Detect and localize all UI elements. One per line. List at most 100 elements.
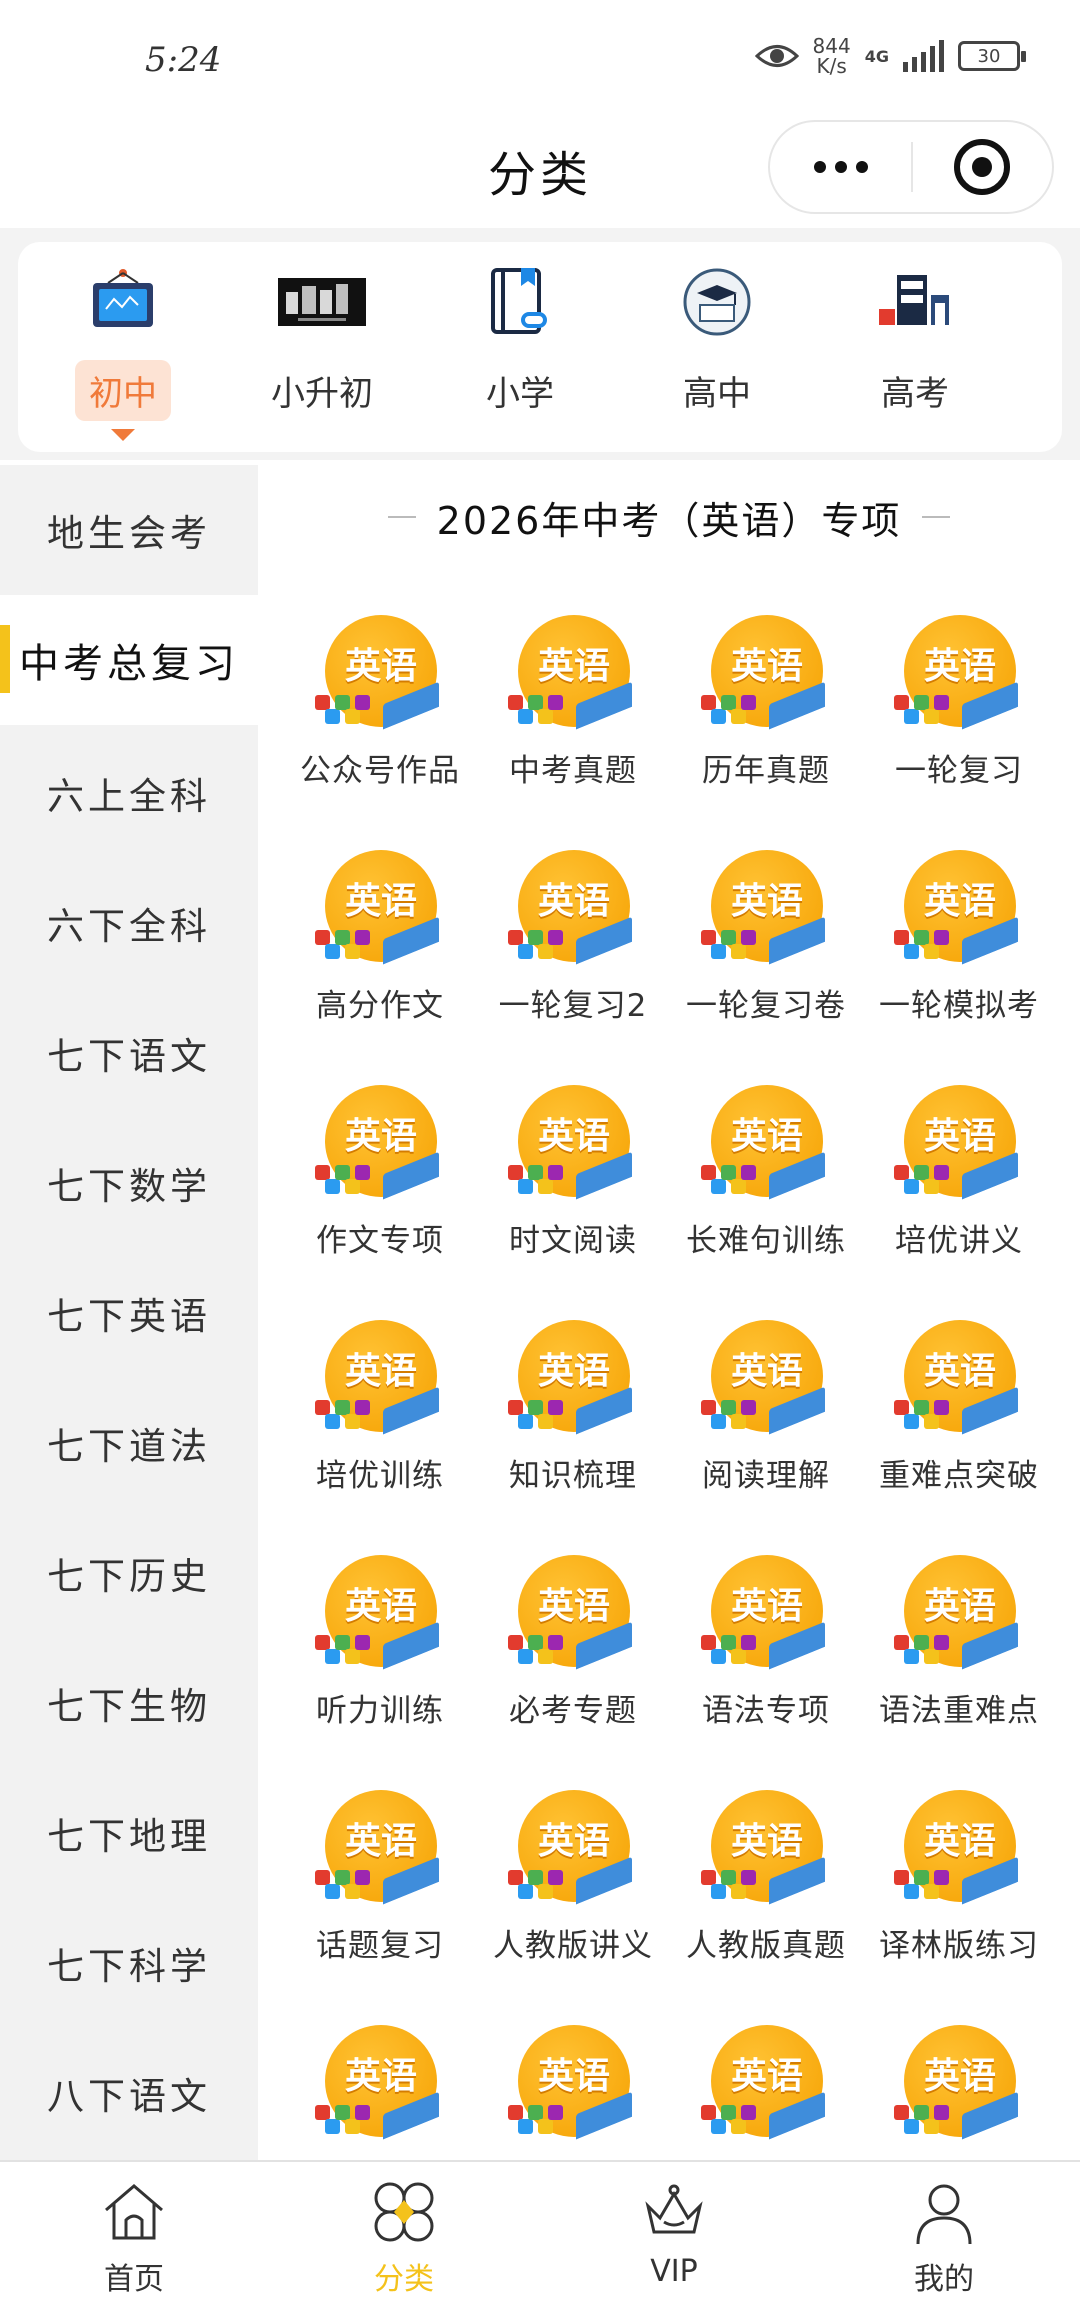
grid-item[interactable]: 英语 必考专题 [478,1555,668,1755]
grid-item[interactable]: 英语 培优训练 [285,1320,475,1520]
grid-item-label: 必考专题 [509,1693,637,1729]
grid-item[interactable]: 英语 公众号作品 [285,615,475,815]
icon-text: 英语 [344,1116,417,1157]
icon-text: 英语 [730,1821,803,1862]
icon-text: 英语 [923,646,996,687]
graduation-cap-icon [683,268,751,336]
english-book-icon: 英语 [508,850,638,970]
grid-item[interactable]: 英语 语法专项 [671,1555,861,1755]
level-tab-gaokao[interactable]: 高考 [830,262,1000,442]
sidebar-item[interactable]: 七下道法 [0,1378,258,1508]
icon-text: 英语 [537,646,610,687]
sidebar-item[interactable]: 七下语文 [0,988,258,1118]
icon-text: 英语 [537,2056,610,2097]
nav-category[interactable]: 分类 [304,2176,504,2306]
icon-text: 英语 [923,1351,996,1392]
grid-item-label: 重难点突破 [879,1458,1039,1494]
grid-item[interactable]: 英语一轮复习2 [478,850,668,1050]
sidebar-item[interactable]: 七下科学 [0,1898,258,2028]
icon-text: 英语 [537,881,610,922]
grid-item-label: 话题复习 [316,1928,444,1964]
english-book-icon: 英语 [315,1790,445,1910]
level-tab-junior-high[interactable]: 初中 [38,262,208,442]
icon-text: 英语 [537,1586,610,1627]
grid-item[interactable]: 英语 语法重难点 [864,1555,1054,1755]
net-speed-unit: K/s [816,54,847,78]
grid-item[interactable]: 英语 时文阅读 [478,1085,668,1285]
icon-text: 英语 [923,1821,996,1862]
nav-vip[interactable]: VIP [574,2176,774,2306]
grid-item[interactable]: 英语 长难句训练 [671,1085,861,1285]
grid-item[interactable]: 英语 知识梳理 [478,1320,668,1520]
english-book-icon: 英语 [315,615,445,735]
icon-text: 英语 [923,1586,996,1627]
sidebar-item[interactable]: 六上全科 [0,728,258,858]
sidebar-item[interactable]: 七下数学 [0,1118,258,1248]
english-book-icon: 英语 [701,850,831,970]
level-label: 初中 [75,360,171,421]
level-tab-senior-high[interactable]: 高中 [632,262,802,442]
grid-item-label: 一轮复习卷 [686,988,846,1024]
sidebar-item[interactable]: 七下生物 [0,1638,258,1768]
grid-item-label: 阅读理解 [702,1458,830,1494]
english-book-icon: 英语 [508,2025,638,2145]
english-book-icon: 英语 [894,615,1024,735]
grid-item[interactable]: 英语 一轮复习 [864,615,1054,815]
network-type: 4G [864,46,889,66]
signal-icon [903,40,944,72]
grid-item[interactable]: 英语 中考真题 [478,615,668,815]
english-book-icon: 英语 [894,1085,1024,1205]
grid-item[interactable]: 英语 重难点突破 [864,1320,1054,1520]
grid-item-label: 一轮模拟考 [879,988,1039,1024]
subject-sidebar: 地生会考 中考总复习 六上全科 六下全科 七下语文 七下数学 七下英语 七下道法… [0,465,258,2160]
sidebar-item-active[interactable]: 中考总复习 [0,595,258,725]
nav-home[interactable]: 首页 [34,2176,234,2306]
icon-text: 英语 [344,1586,417,1627]
level-tab-primary[interactable]: 小学 [435,262,605,442]
sidebar-item[interactable]: 六下全科 [0,858,258,988]
grid-item-label: 一轮复习 [895,753,1023,789]
grid-item[interactable]: 英语 话题复习 [285,1790,475,1990]
grid-item[interactable]: 英语 作文专项 [285,1085,475,1285]
grid-item-label: 培优讲义 [895,1223,1023,1259]
grid-item[interactable]: 英语 一轮模拟考 [864,850,1054,1050]
english-book-icon: 英语 [894,1790,1024,1910]
crown-icon [645,2184,703,2234]
category-icon [374,2182,434,2242]
nav-mine[interactable]: 我的 [844,2176,1044,2306]
icon-text: 英语 [730,1116,803,1157]
sidebar-item[interactable]: 七下历史 [0,1508,258,1638]
grid-item[interactable]: 英语 历年真题 [671,615,861,815]
status-bar: 5:24 844 K/s 4G 30 [0,0,1080,120]
icon-text: 英语 [730,881,803,922]
icon-text: 英语 [344,646,417,687]
grid-item[interactable]: 英语 人教版讲义 [478,1790,668,1990]
english-book-icon: 英语 [701,615,831,735]
sidebar-item[interactable]: 七下地理 [0,1768,258,1898]
more-button[interactable] [770,122,911,212]
icon-text: 英语 [344,2056,417,2097]
grid-item[interactable]: 英语 译林版练习 [864,1790,1054,1990]
user-icon [916,2184,972,2245]
grid-item[interactable]: 英语 人教版真题 [671,1790,861,1990]
close-mini-program-button[interactable] [913,122,1052,212]
sidebar-item[interactable]: 七下英语 [0,1248,258,1378]
sidebar-item[interactable]: 地生会考 [0,465,258,595]
level-tab-primary-to-junior[interactable]: 小升初 [237,262,407,442]
grid-item[interactable]: 英语 培优讲义 [864,1085,1054,1285]
english-book-icon: 英语 [701,1790,831,1910]
grid-item-label: 一轮复习2 [498,988,648,1024]
sidebar-item[interactable]: 八下语文 [0,2028,258,2158]
grid-item-label: 译林版练习 [879,1928,1039,1964]
english-book-icon: 英语 [315,2025,445,2145]
icon-text: 英语 [730,2056,803,2097]
grid-item-label: 培优训练 [316,1458,444,1494]
grid-item-label: 中考真题 [509,753,637,789]
english-book-icon: 英语 [701,1320,831,1440]
icon-text: 英语 [923,1116,996,1157]
net-speed: 844 K/s [813,36,851,76]
grid-item[interactable]: 英语 听力训练 [285,1555,475,1755]
grid-item[interactable]: 英语 阅读理解 [671,1320,861,1520]
grid-item[interactable]: 英语 高分作文 [285,850,475,1050]
grid-item[interactable]: 英语 一轮复习卷 [671,850,861,1050]
